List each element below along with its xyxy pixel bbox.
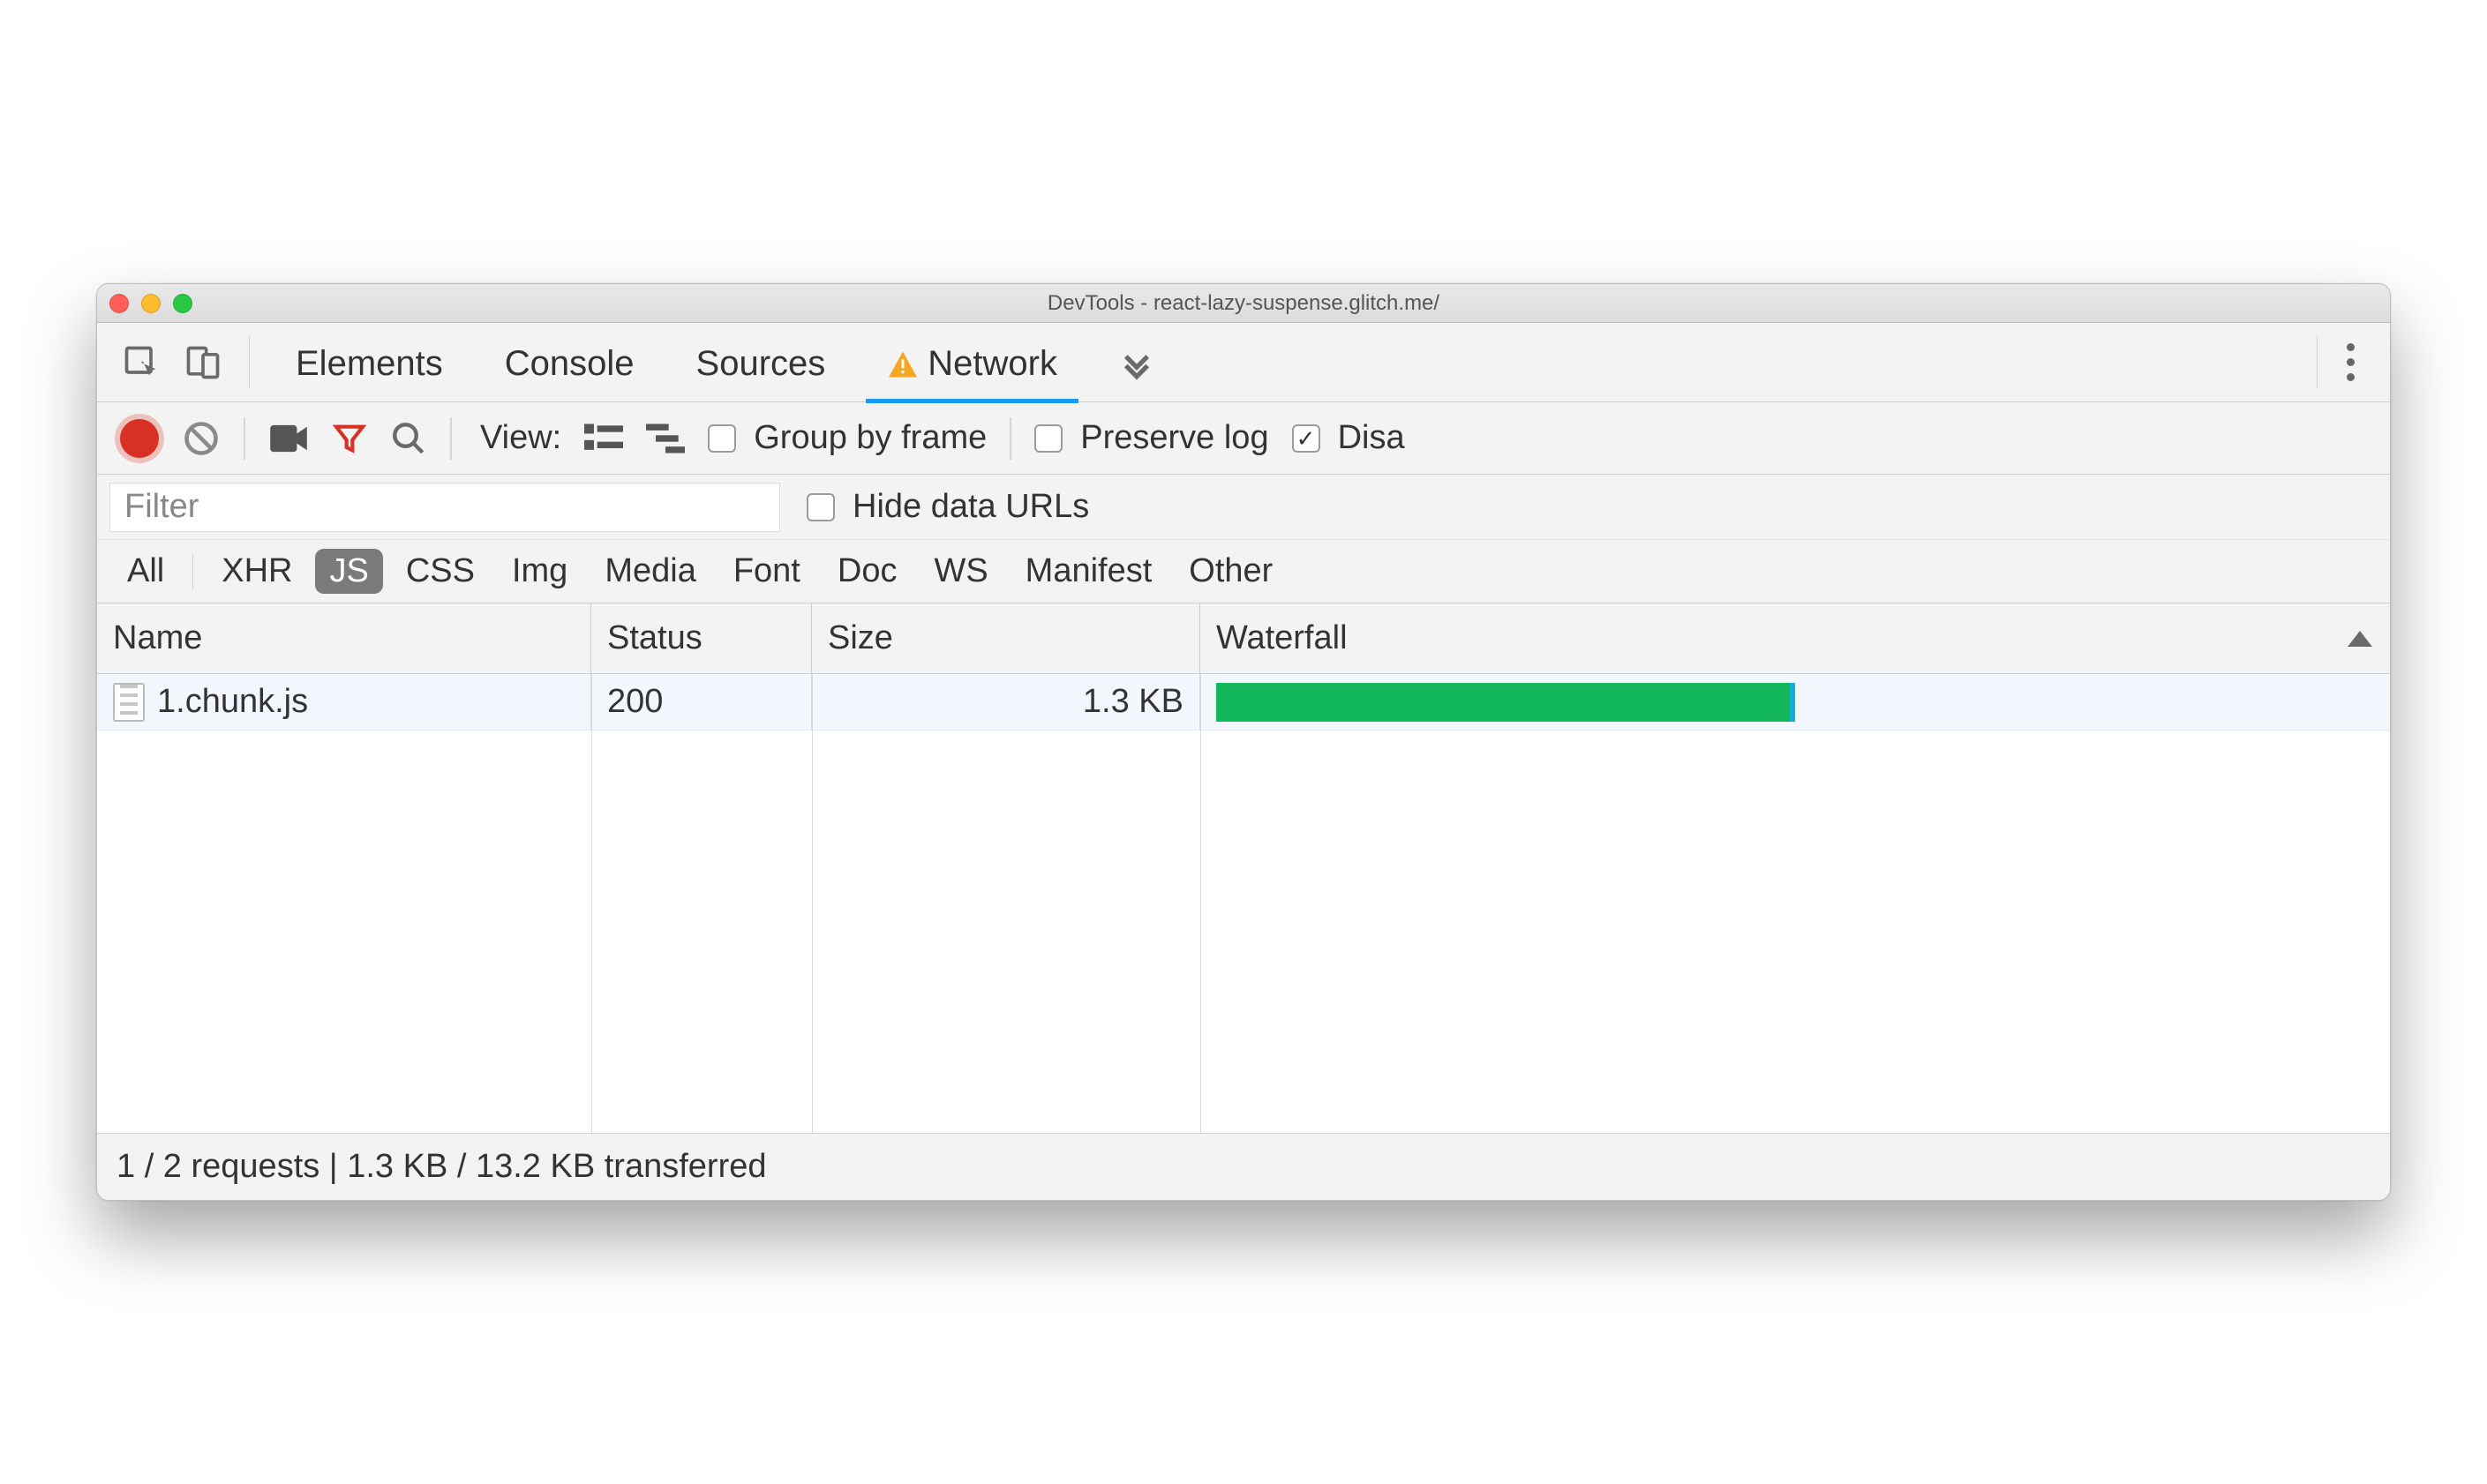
type-chip-img[interactable]: Img (498, 549, 582, 594)
column-divider (812, 674, 813, 1133)
group-by-frame-checkbox[interactable]: Group by frame (708, 419, 987, 457)
separator (244, 417, 245, 460)
inspect-element-icon[interactable] (115, 336, 168, 389)
preserve-log-checkbox[interactable]: Preserve log (1034, 419, 1268, 457)
column-header-name[interactable]: Name (97, 603, 591, 673)
type-chip-font[interactable]: Font (719, 549, 815, 594)
separator (192, 554, 193, 589)
cell-waterfall (1200, 674, 2390, 730)
record-button-icon[interactable] (120, 419, 159, 458)
column-header-status[interactable]: Status (591, 603, 812, 673)
checkbox-icon (1292, 424, 1320, 453)
tab-elements[interactable]: Elements (269, 323, 470, 402)
network-toolbar: View: Group by frame Preserve log Disa (97, 402, 2390, 475)
view-small-icon[interactable] (646, 423, 685, 453)
tab-console[interactable]: Console (478, 323, 661, 402)
request-name: 1.chunk.js (157, 683, 308, 721)
cell-status: 200 (591, 674, 812, 730)
screenshot-icon[interactable] (268, 423, 309, 453)
panel-tabbar: Elements Console Sources Network (97, 323, 2390, 402)
hide-data-urls-label: Hide data URLs (853, 488, 1089, 526)
type-chip-other[interactable]: Other (1175, 549, 1287, 594)
hide-data-urls-checkbox[interactable]: Hide data URLs (807, 488, 1089, 526)
type-chip-js[interactable]: JS (315, 549, 382, 594)
file-icon (113, 683, 145, 722)
checkbox-icon (807, 493, 835, 521)
type-chip-css[interactable]: CSS (392, 549, 489, 594)
type-filter-bar: All XHR JS CSS Img Media Font Doc WS Man… (97, 540, 2390, 603)
kebab-menu-icon[interactable] (2328, 343, 2372, 381)
disable-cache-checkbox[interactable]: Disa (1292, 419, 1405, 457)
tab-sources[interactable]: Sources (670, 323, 853, 402)
column-header-size-label: Size (828, 619, 893, 657)
status-bar: 1 / 2 requests | 1.3 KB / 13.2 KB transf… (97, 1133, 2390, 1200)
cell-size: 1.3 KB (812, 674, 1200, 730)
titlebar: DevTools - react-lazy-suspense.glitch.me… (97, 284, 2390, 323)
table-body: 1.chunk.js 200 1.3 KB (97, 674, 2390, 1133)
more-tabs-icon[interactable] (1110, 336, 1163, 389)
search-icon[interactable] (390, 420, 427, 457)
view-large-icon[interactable] (584, 423, 623, 453)
type-chip-doc[interactable]: Doc (823, 549, 912, 594)
divider (2317, 336, 2318, 389)
disable-cache-label: Disa (1338, 419, 1405, 457)
window-title: DevTools - react-lazy-suspense.glitch.me… (97, 291, 2390, 316)
tab-network[interactable]: Network (860, 323, 1084, 402)
network-table: Name Status Size Waterfall 1.chunk.js 20… (97, 603, 2390, 1133)
devtools-window: DevTools - react-lazy-suspense.glitch.me… (96, 283, 2391, 1201)
preserve-log-label: Preserve log (1080, 419, 1268, 457)
size-value: 1.3 KB (1083, 683, 1183, 721)
type-chip-xhr[interactable]: XHR (207, 549, 306, 594)
type-chip-all[interactable]: All (113, 549, 178, 594)
filter-input[interactable] (109, 483, 780, 532)
separator (1010, 417, 1011, 460)
column-divider (1200, 674, 1201, 1133)
table-header: Name Status Size Waterfall (97, 603, 2390, 674)
view-label: View: (480, 419, 561, 457)
status-text: 1 / 2 requests | 1.3 KB / 13.2 KB transf… (116, 1148, 767, 1186)
group-by-frame-label: Group by frame (754, 419, 987, 457)
checkbox-icon (708, 424, 736, 453)
type-chip-manifest[interactable]: Manifest (1011, 549, 1167, 594)
filter-icon[interactable] (332, 421, 367, 456)
column-divider (591, 674, 592, 1133)
waterfall-bar[interactable] (1216, 683, 1795, 722)
warning-icon (887, 326, 919, 355)
table-row[interactable]: 1.chunk.js 200 1.3 KB (97, 674, 2390, 731)
checkbox-icon (1034, 424, 1063, 453)
toggle-device-toolbar-icon[interactable] (177, 336, 229, 389)
separator (450, 417, 452, 460)
column-header-waterfall[interactable]: Waterfall (1200, 603, 2390, 673)
divider (249, 336, 250, 389)
sort-ascending-icon (2348, 631, 2372, 647)
settings-area (2306, 336, 2372, 389)
status-code: 200 (607, 683, 663, 721)
type-chip-media[interactable]: Media (590, 549, 710, 594)
tab-network-label: Network (928, 344, 1057, 383)
column-header-size[interactable]: Size (812, 603, 1200, 673)
cell-name: 1.chunk.js (97, 674, 591, 730)
filter-bar: Hide data URLs (97, 475, 2390, 540)
type-chip-ws[interactable]: WS (920, 549, 1002, 594)
column-header-waterfall-label: Waterfall (1216, 619, 1348, 657)
clear-icon[interactable] (182, 419, 221, 458)
